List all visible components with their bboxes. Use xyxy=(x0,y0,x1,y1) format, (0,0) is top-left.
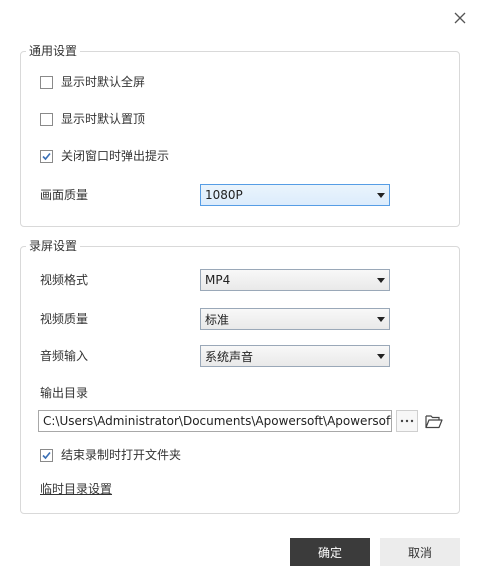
picture-quality-select[interactable]: 1080P xyxy=(200,184,390,206)
close-prompt-checkbox-label: 关闭窗口时弹出提示 xyxy=(61,149,170,163)
close-button[interactable] xyxy=(450,8,470,28)
browse-button[interactable] xyxy=(396,410,418,432)
output-directory-label: 输出目录 xyxy=(40,386,89,400)
close-prompt-checkbox[interactable]: 关闭窗口时弹出提示 xyxy=(40,149,169,163)
fullscreen-checkbox-label: 显示时默认全屏 xyxy=(61,75,146,89)
output-directory-field[interactable]: C:\Users\Administrator\Documents\Apowers… xyxy=(38,410,392,432)
open-folder-on-finish-checkbox[interactable]: 结束录制时打开文件夹 xyxy=(40,448,181,462)
video-format-label: 视频格式 xyxy=(40,273,89,287)
audio-input-label: 音频输入 xyxy=(40,349,89,363)
video-quality-select[interactable]: 标准 xyxy=(200,308,390,330)
chevron-down-icon xyxy=(377,192,385,198)
always-on-top-checkbox-label: 显示时默认置顶 xyxy=(61,112,146,126)
general-settings-title: 通用设置 xyxy=(26,44,81,58)
picture-quality-value: 1080P xyxy=(205,188,243,202)
checkmark-icon xyxy=(42,152,51,160)
folder-open-icon xyxy=(425,414,443,428)
open-folder-button[interactable] xyxy=(423,410,445,432)
checkmark-icon xyxy=(42,451,51,459)
video-format-select[interactable]: MP4 xyxy=(200,269,390,291)
checkbox-box xyxy=(40,149,53,163)
cancel-button[interactable]: 取消 xyxy=(380,538,460,566)
temp-directory-settings-link[interactable]: 临时目录设置 xyxy=(40,480,112,497)
checkbox-box xyxy=(40,448,53,462)
video-quality-label: 视频质量 xyxy=(40,312,89,326)
audio-input-value: 系统声音 xyxy=(205,349,254,364)
chevron-down-icon xyxy=(377,316,385,322)
video-quality-value: 标准 xyxy=(205,312,230,327)
always-on-top-checkbox[interactable]: 显示时默认置顶 xyxy=(40,112,145,126)
close-icon xyxy=(454,12,466,24)
more-icon xyxy=(400,419,414,423)
checkbox-box xyxy=(40,75,53,89)
chevron-down-icon xyxy=(377,353,385,359)
recording-settings-title: 录屏设置 xyxy=(26,239,81,253)
fullscreen-checkbox[interactable]: 显示时默认全屏 xyxy=(40,75,145,89)
chevron-down-icon xyxy=(377,277,385,283)
video-format-value: MP4 xyxy=(205,273,231,287)
open-folder-on-finish-label: 结束录制时打开文件夹 xyxy=(61,448,182,462)
audio-input-select[interactable]: 系统声音 xyxy=(200,345,390,367)
ok-button[interactable]: 确定 xyxy=(290,538,370,566)
checkbox-box xyxy=(40,112,53,126)
picture-quality-label: 画面质量 xyxy=(40,188,89,202)
